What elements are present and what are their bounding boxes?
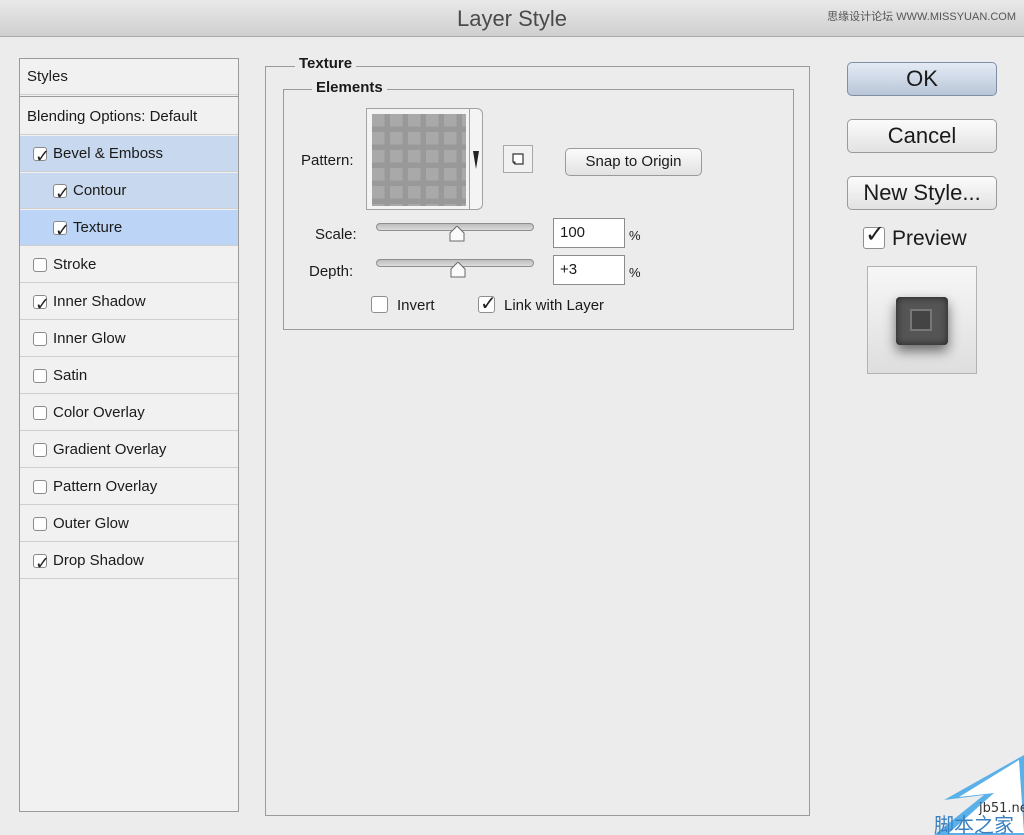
style-item-drop-shadow[interactable]: ✓ Drop Shadow <box>20 543 238 579</box>
link-with-layer-checkbox[interactable]: ✓ <box>478 293 497 315</box>
style-item-label: Contour <box>73 182 127 199</box>
depth-label: Depth: <box>309 263 354 280</box>
new-preset-button[interactable] <box>503 145 533 173</box>
elements-group-title: Elements <box>312 79 387 96</box>
style-item-label: Texture <box>73 219 123 236</box>
style-item-label: Inner Shadow <box>53 293 146 310</box>
check-icon: ✓ <box>480 293 497 315</box>
outer-glow-checkbox[interactable] <box>33 517 47 531</box>
inner-shadow-checkbox[interactable]: ✓ <box>33 294 50 314</box>
divider <box>20 96 238 97</box>
corner-watermark: jb51.net 脚本之家 <box>934 755 1024 835</box>
color-overlay-checkbox[interactable] <box>33 406 47 420</box>
style-item-outer-glow[interactable]: Outer Glow <box>20 506 238 542</box>
style-item-pattern-overlay[interactable]: Pattern Overlay <box>20 469 238 505</box>
style-item-label: Gradient Overlay <box>53 441 167 458</box>
style-item-label: Color Overlay <box>53 404 145 421</box>
new-style-button[interactable]: New Style... <box>847 176 997 210</box>
style-item-inner-glow[interactable]: Inner Glow <box>20 321 238 357</box>
ok-button[interactable]: OK <box>847 62 997 96</box>
styles-header-label: Styles <box>27 68 68 85</box>
pattern-label: Pattern: <box>301 152 354 169</box>
texture-checkbox[interactable]: ✓ <box>53 220 70 240</box>
preview-swatch-inner <box>910 309 932 331</box>
check-icon: ✓ <box>35 294 51 314</box>
style-item-gradient-overlay[interactable]: Gradient Overlay <box>20 432 238 468</box>
texture-section-title: Texture <box>295 55 357 72</box>
snap-to-origin-button[interactable]: Snap to Origin <box>565 148 702 176</box>
pattern-swatch[interactable] <box>366 108 470 210</box>
watermark-name: 脚本之家 <box>934 813 1014 835</box>
blending-options-label: Blending Options: Default <box>27 108 198 125</box>
style-item-color-overlay[interactable]: Color Overlay <box>20 395 238 431</box>
stroke-checkbox[interactable] <box>33 258 47 272</box>
check-icon: ✓ <box>35 553 51 573</box>
style-item-inner-shadow[interactable]: ✓ Inner Shadow <box>20 284 238 320</box>
style-item-label: Drop Shadow <box>53 552 144 569</box>
style-item-stroke[interactable]: Stroke <box>20 247 238 283</box>
styles-header[interactable]: Styles <box>20 59 238 95</box>
inner-glow-checkbox[interactable] <box>33 332 47 346</box>
style-item-label: Stroke <box>53 256 97 273</box>
style-item-label: Bevel & Emboss <box>53 145 164 162</box>
bevel-emboss-checkbox[interactable]: ✓ <box>33 146 50 166</box>
style-item-label: Pattern Overlay <box>53 478 158 495</box>
pattern-preview-image <box>372 114 466 206</box>
styles-list: Styles Blending Options: Default ✓ Bevel… <box>19 58 239 812</box>
check-icon: ✓ <box>55 220 71 240</box>
pattern-picker-dropdown[interactable] <box>470 108 483 210</box>
gradient-overlay-checkbox[interactable] <box>33 443 47 457</box>
style-item-bevel-emboss[interactable]: ✓ Bevel & Emboss <box>20 136 238 172</box>
invert-checkbox[interactable] <box>371 296 388 313</box>
scale-slider-thumb[interactable] <box>449 226 465 242</box>
check-icon: ✓ <box>55 183 71 203</box>
style-item-label: Inner Glow <box>53 330 126 347</box>
scale-label: Scale: <box>315 226 357 243</box>
contour-checkbox[interactable]: ✓ <box>53 183 70 203</box>
preview-label: Preview <box>892 227 967 250</box>
check-icon: ✓ <box>35 146 51 166</box>
dropdown-arrow-icon <box>473 151 479 169</box>
elements-group-frame <box>283 89 794 330</box>
style-item-contour[interactable]: ✓ Contour <box>20 173 238 209</box>
cancel-button[interactable]: Cancel <box>847 119 997 153</box>
depth-slider-thumb[interactable] <box>450 262 466 278</box>
depth-input[interactable]: +3 <box>553 255 625 285</box>
drop-shadow-checkbox[interactable]: ✓ <box>33 553 50 573</box>
new-preset-icon <box>512 153 524 165</box>
style-preview-thumbnail <box>867 266 977 374</box>
satin-checkbox[interactable] <box>33 369 47 383</box>
style-item-satin[interactable]: Satin <box>20 358 238 394</box>
check-icon: ✓ <box>865 221 886 248</box>
blending-options-item[interactable]: Blending Options: Default <box>20 99 238 135</box>
link-with-layer-label: Link with Layer <box>504 297 605 314</box>
watermark-text: 思缘设计论坛 WWW.MISSYUAN.COM <box>827 11 1016 23</box>
title-bar: Layer Style 思缘设计论坛 WWW.MISSYUAN.COM <box>0 0 1024 37</box>
preview-swatch-image <box>896 297 948 345</box>
style-item-label: Satin <box>53 367 88 384</box>
scale-unit: % <box>629 228 641 243</box>
pattern-overlay-checkbox[interactable] <box>33 480 47 494</box>
depth-unit: % <box>629 265 641 280</box>
preview-checkbox[interactable]: ✓ <box>863 221 885 249</box>
invert-label: Invert <box>397 297 435 314</box>
style-item-label: Outer Glow <box>53 515 129 532</box>
style-item-texture[interactable]: ✓ Texture <box>20 210 238 246</box>
scale-input[interactable]: 100 <box>553 218 625 248</box>
